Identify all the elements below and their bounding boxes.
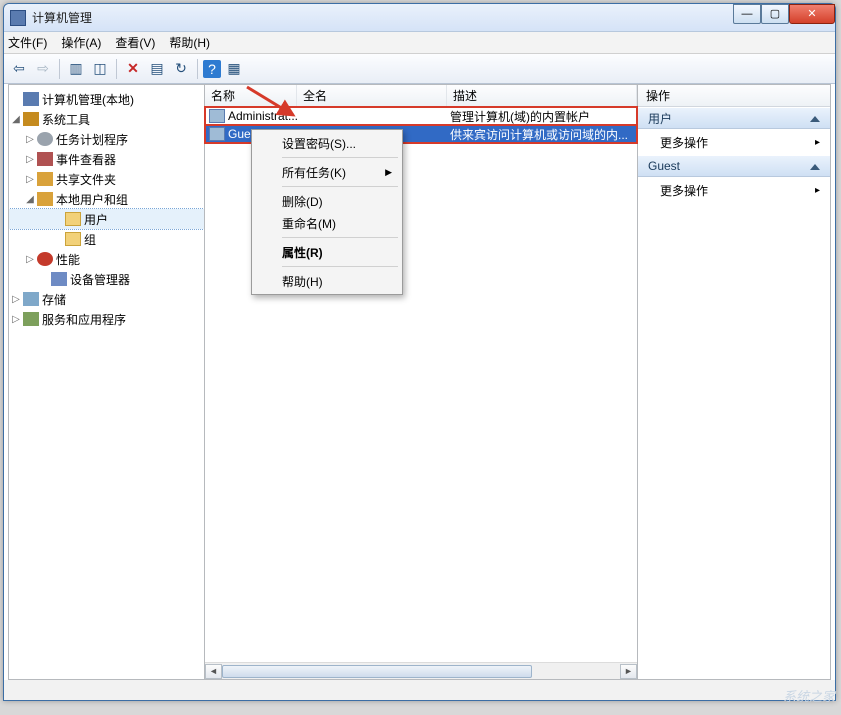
help-toolbar-button[interactable]: ? bbox=[203, 60, 221, 78]
context-menu: 设置密码(S)... 所有任务(K) 删除(D) 重命名(M) 属性(R) 帮助… bbox=[251, 129, 403, 295]
delete-toolbar-button[interactable]: ✕ bbox=[122, 58, 144, 80]
toolbar: ⇦ ⇨ ▥ ◫ ✕ ▤ ↻ ? ▦ bbox=[4, 54, 835, 84]
tools-icon bbox=[23, 112, 39, 126]
properties-toolbar-button[interactable]: ▤ bbox=[146, 58, 168, 80]
show-hide-tree-button[interactable]: ◫ bbox=[89, 58, 111, 80]
scroll-left-button[interactable]: ◄ bbox=[205, 664, 222, 679]
column-description[interactable]: 描述 bbox=[447, 85, 637, 106]
watermark-text: 系统之家 bbox=[783, 686, 835, 705]
clock-icon bbox=[37, 132, 53, 146]
tree-shared-folders[interactable]: ▷共享文件夹 bbox=[9, 169, 204, 189]
menu-file[interactable]: 文件(F) bbox=[8, 34, 47, 51]
ctx-help[interactable]: 帮助(H) bbox=[254, 270, 400, 292]
actions-pane: 操作 用户 更多操作 Guest 更多操作 bbox=[638, 85, 830, 679]
tree-storage[interactable]: ▷存储 bbox=[9, 289, 204, 309]
performance-icon bbox=[37, 252, 53, 266]
menubar: 文件(F) 操作(A) 查看(V) 帮助(H) bbox=[4, 32, 835, 54]
folder-icon bbox=[65, 232, 81, 246]
horizontal-scrollbar[interactable]: ◄ ► bbox=[205, 662, 637, 679]
device-manager-icon bbox=[51, 272, 67, 286]
actions-more-guest[interactable]: 更多操作 bbox=[638, 177, 830, 203]
options-toolbar-button[interactable]: ▦ bbox=[223, 58, 245, 80]
maximize-button[interactable]: ▢ bbox=[761, 4, 789, 24]
status-bar bbox=[4, 680, 835, 700]
separator-icon bbox=[282, 186, 398, 187]
tree-users[interactable]: 用户 bbox=[9, 209, 204, 229]
navigation-tree[interactable]: 计算机管理(本地) ◢系统工具 ▷任务计划程序 ▷事件查看器 ▷共享文件夹 ◢本… bbox=[9, 85, 205, 679]
up-button[interactable]: ▥ bbox=[65, 58, 87, 80]
column-fullname[interactable]: 全名 bbox=[297, 85, 447, 106]
forward-button[interactable]: ⇨ bbox=[32, 58, 54, 80]
scroll-thumb[interactable] bbox=[222, 665, 532, 678]
tree-event-viewer[interactable]: ▷事件查看器 bbox=[9, 149, 204, 169]
actions-more-users[interactable]: 更多操作 bbox=[638, 129, 830, 155]
tree-root[interactable]: 计算机管理(本地) bbox=[9, 89, 204, 109]
storage-icon bbox=[23, 292, 39, 306]
tree-system-tools[interactable]: ◢系统工具 bbox=[9, 109, 204, 129]
separator-icon bbox=[197, 59, 198, 79]
separator-icon bbox=[282, 266, 398, 267]
separator-icon bbox=[282, 157, 398, 158]
tree-performance[interactable]: ▷性能 bbox=[9, 249, 204, 269]
folder-icon bbox=[65, 212, 81, 226]
back-button[interactable]: ⇦ bbox=[8, 58, 30, 80]
tree-task-scheduler[interactable]: ▷任务计划程序 bbox=[9, 129, 204, 149]
app-window: 计算机管理 — ▢ ✕ 文件(F) 操作(A) 查看(V) 帮助(H) ⇦ ⇨ … bbox=[3, 3, 836, 701]
tree-groups[interactable]: 组 bbox=[9, 229, 204, 249]
ctx-set-password[interactable]: 设置密码(S)... bbox=[254, 132, 400, 154]
cell-desc: 供来宾访问计算机或访问域的内... bbox=[450, 126, 628, 143]
cell-desc: 管理计算机(域)的内置帐户 bbox=[450, 108, 590, 125]
window-title: 计算机管理 bbox=[32, 9, 92, 26]
user-icon bbox=[209, 109, 225, 123]
tree-device-manager[interactable]: 设备管理器 bbox=[9, 269, 204, 289]
close-button[interactable]: ✕ bbox=[789, 4, 835, 24]
ctx-properties[interactable]: 属性(R) bbox=[254, 241, 400, 263]
annotation-arrow-icon bbox=[245, 85, 305, 125]
actions-header: 操作 bbox=[638, 85, 830, 107]
menu-view[interactable]: 查看(V) bbox=[115, 34, 155, 51]
services-icon bbox=[23, 312, 39, 326]
shared-folders-icon bbox=[37, 172, 53, 186]
event-viewer-icon bbox=[37, 152, 53, 166]
scroll-right-button[interactable]: ► bbox=[620, 664, 637, 679]
tree-services-apps[interactable]: ▷服务和应用程序 bbox=[9, 309, 204, 329]
minimize-button[interactable]: — bbox=[733, 4, 761, 24]
actions-section-guest[interactable]: Guest bbox=[638, 155, 830, 177]
app-icon bbox=[10, 10, 26, 26]
titlebar: 计算机管理 — ▢ ✕ bbox=[4, 4, 835, 32]
menu-action[interactable]: 操作(A) bbox=[61, 34, 101, 51]
ctx-rename[interactable]: 重命名(M) bbox=[254, 212, 400, 234]
ctx-all-tasks[interactable]: 所有任务(K) bbox=[254, 161, 400, 183]
separator-icon bbox=[116, 59, 117, 79]
client-area: 计算机管理(本地) ◢系统工具 ▷任务计划程序 ▷事件查看器 ▷共享文件夹 ◢本… bbox=[8, 84, 831, 680]
scroll-track[interactable] bbox=[222, 664, 620, 679]
list-pane: 名称 全名 描述 Administrat... 管理计算机(域)的内置帐户 Gu… bbox=[205, 85, 638, 679]
user-icon bbox=[209, 127, 225, 141]
separator-icon bbox=[282, 237, 398, 238]
refresh-toolbar-button[interactable]: ↻ bbox=[170, 58, 192, 80]
users-groups-icon bbox=[37, 192, 53, 206]
separator-icon bbox=[59, 59, 60, 79]
window-buttons: — ▢ ✕ bbox=[733, 4, 835, 24]
computer-icon bbox=[23, 92, 39, 106]
actions-section-users[interactable]: 用户 bbox=[638, 107, 830, 129]
ctx-delete[interactable]: 删除(D) bbox=[254, 190, 400, 212]
tree-local-users-groups[interactable]: ◢本地用户和组 bbox=[9, 189, 204, 209]
menu-help[interactable]: 帮助(H) bbox=[169, 34, 210, 51]
